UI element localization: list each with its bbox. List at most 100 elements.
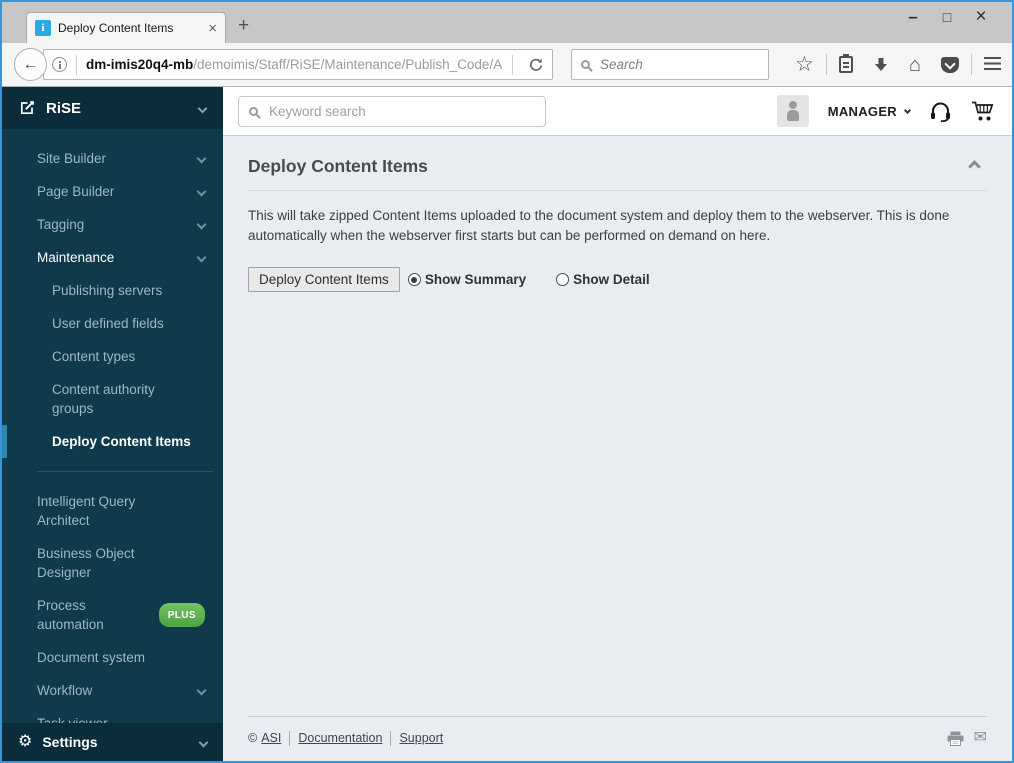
url-divider <box>512 54 513 75</box>
reload-button[interactable] <box>528 57 544 73</box>
keyword-search-input[interactable] <box>267 102 535 120</box>
email-icon[interactable]: ✉ <box>974 730 987 746</box>
footer-divider <box>390 730 392 746</box>
output-mode-radios: Show Summary Show Detail <box>407 272 650 287</box>
show-summary-label: Show Summary <box>424 272 527 287</box>
settings-label: Settings <box>42 734 98 750</box>
page-footer: © ASI Documentation Support ✉ <box>248 716 987 761</box>
sidebar-item-page-builder[interactable]: Page Builder <box>2 175 223 208</box>
sidebar-item-content-types[interactable]: Content types <box>2 340 223 373</box>
show-summary-radio[interactable] <box>407 273 421 286</box>
toolbar-divider <box>970 54 972 75</box>
sidebar-item-deploy-content-items[interactable]: Deploy Content Items <box>2 425 223 458</box>
app-topbar: MANAGER <box>223 87 1012 136</box>
sidebar-item-site-builder[interactable]: Site Builder <box>2 142 223 175</box>
url-bar[interactable]: dm-imis20q4-mb/demoimis/Staff/RiSE/Maint… <box>43 49 553 80</box>
maximize-button[interactable]: □ <box>930 9 964 25</box>
documentation-link[interactable]: Documentation <box>298 731 382 745</box>
keyword-search[interactable] <box>238 95 546 127</box>
reload-icon <box>530 58 543 71</box>
user-menu[interactable]: MANAGER <box>827 103 912 119</box>
sidebar-item-label: Document system <box>37 650 146 665</box>
sidebar-item-tagging[interactable]: Tagging <box>2 208 223 241</box>
sidebar-item-document-system[interactable]: Document system <box>2 641 223 674</box>
support-link[interactable]: Support <box>399 731 443 745</box>
page-title: Deploy Content Items <box>248 156 428 176</box>
collapse-chevron-icon[interactable] <box>968 160 981 173</box>
sidebar-item-maintenance[interactable]: Maintenance <box>2 241 223 274</box>
sidebar-item-label: Intelligent Query Architect <box>37 494 136 528</box>
toolbar-divider <box>825 54 827 75</box>
asi-link[interactable]: ASI <box>261 731 281 745</box>
sidebar-item-content-authority-groups[interactable]: Content authority groups <box>2 373 223 425</box>
sidebar-item-publishing-servers[interactable]: Publishing servers <box>2 274 223 307</box>
browser-tab[interactable]: i Deploy Content Items × <box>26 12 226 43</box>
sidebar-item-label: Content types <box>52 349 136 364</box>
browser-window: i Deploy Content Items × + – □ × ← dm-im… <box>0 0 1014 763</box>
support-headset-icon[interactable] <box>929 101 952 122</box>
app-body: RiSE Site Builder Page Builder Tagging M <box>2 87 1012 761</box>
back-arrow-icon: ← <box>22 55 39 73</box>
downloads-icon[interactable] <box>873 57 889 72</box>
home-icon[interactable]: ⌂ <box>909 55 921 75</box>
chevron-down-icon <box>196 252 207 263</box>
sidebar-header-rise[interactable]: RiSE <box>2 87 223 129</box>
sidebar-title: RiSE <box>46 99 82 117</box>
chevron-down-icon <box>196 186 207 197</box>
copyright-symbol: © <box>248 731 258 745</box>
url-host: dm-imis20q4-mb <box>86 57 194 72</box>
tab-close-icon[interactable]: × <box>208 21 217 36</box>
page-header: Deploy Content Items <box>248 156 987 177</box>
plus-badge: PLUS <box>158 603 205 627</box>
sidebar-item-label: Page Builder <box>37 184 115 199</box>
sidebar-item-label: Tagging <box>37 217 85 232</box>
browser-search[interactable] <box>571 49 769 80</box>
toolbar-icons: ☆ ⌂ <box>785 54 1011 75</box>
sidebar-item-label: Site Builder <box>37 151 107 166</box>
chevron-down-icon <box>903 106 912 114</box>
user-name: MANAGER <box>827 103 897 119</box>
minimize-button[interactable]: – <box>896 7 930 27</box>
sidebar-item-label: Workflow <box>37 683 93 698</box>
titlebar: i Deploy Content Items × + – □ × <box>2 2 1012 43</box>
sidebar-item-process-automation[interactable]: Process automation PLUS <box>2 589 223 641</box>
pocket-icon[interactable] <box>940 56 959 73</box>
deploy-content-items-button[interactable]: Deploy Content Items <box>248 267 400 292</box>
sidebar-item-workflow[interactable]: Workflow <box>2 674 223 707</box>
menu-icon[interactable] <box>983 56 1001 60</box>
deploy-controls: Deploy Content Items Show Summary Show D… <box>248 267 987 292</box>
bookmarks-menu-icon[interactable] <box>838 54 853 73</box>
compose-icon <box>20 101 34 115</box>
url-text[interactable]: dm-imis20q4-mb/demoimis/Staff/RiSE/Maint… <box>86 57 503 72</box>
back-button[interactable]: ← <box>14 48 47 81</box>
show-detail-option[interactable]: Show Detail <box>556 272 650 287</box>
chevron-down-icon <box>196 685 207 696</box>
sidebar-divider <box>37 471 213 472</box>
sidebar-item-label: Task viewer <box>37 714 108 723</box>
sidebar-item-settings[interactable]: ⚙ Settings <box>2 723 223 761</box>
show-detail-radio[interactable] <box>556 273 570 286</box>
window-controls: – □ × <box>896 6 998 28</box>
cart-icon[interactable] <box>971 100 997 122</box>
chevron-down-icon <box>197 103 208 113</box>
search-icon <box>581 60 590 69</box>
bookmark-star-icon[interactable]: ☆ <box>795 54 814 75</box>
chevron-down-icon <box>196 153 207 164</box>
sidebar-item-label: Deploy Content Items <box>52 434 191 449</box>
sidebar-item-business-object-designer[interactable]: Business Object Designer <box>2 537 223 589</box>
sidebar-item-user-defined-fields[interactable]: User defined fields <box>2 307 223 340</box>
new-tab-button[interactable]: + <box>238 16 249 35</box>
imis-favicon-icon: i <box>35 20 51 36</box>
close-button[interactable]: × <box>964 6 998 28</box>
sidebar-item-task-viewer[interactable]: Task viewer <box>2 707 223 723</box>
print-icon[interactable] <box>947 731 964 746</box>
show-summary-option[interactable]: Show Summary <box>407 272 527 287</box>
sidebar-item-intelligent-query-architect[interactable]: Intelligent Query Architect <box>2 485 223 537</box>
info-icon[interactable] <box>52 57 67 72</box>
chevron-down-icon <box>196 219 207 230</box>
gear-icon: ⚙ <box>18 733 33 750</box>
avatar[interactable] <box>776 95 809 127</box>
browser-search-input[interactable] <box>598 56 759 73</box>
page-description: This will take zipped Content Items uplo… <box>248 208 950 243</box>
